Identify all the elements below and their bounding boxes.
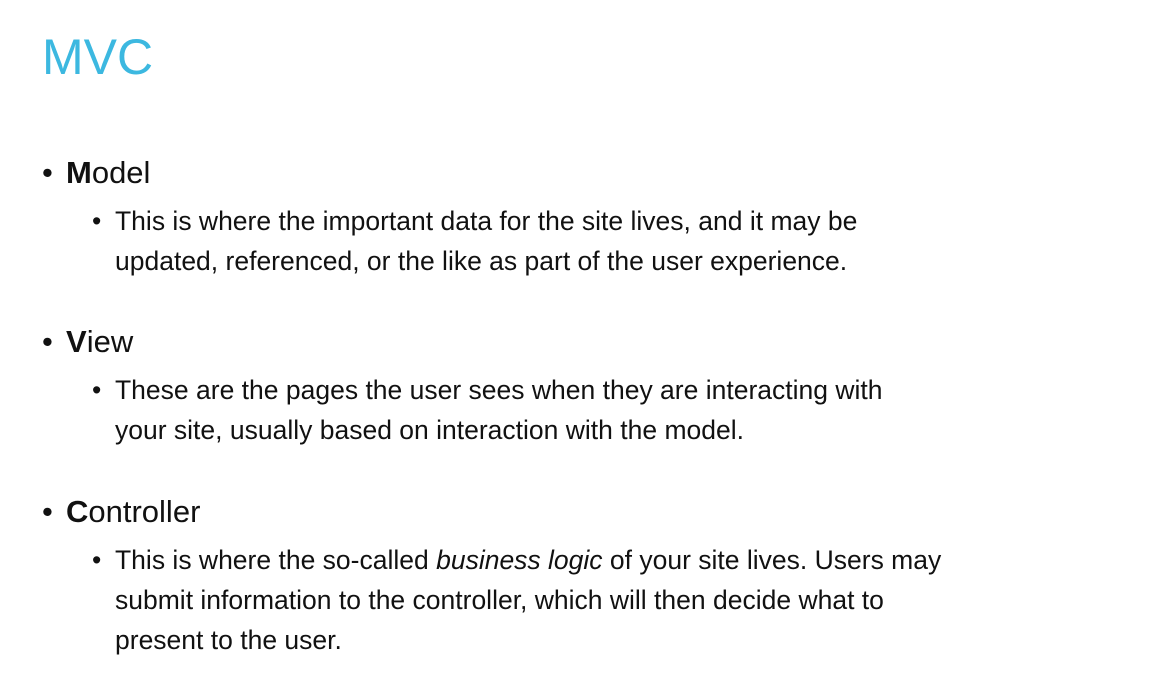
- italic-term: business logic: [436, 545, 603, 575]
- initial-letter: V: [66, 324, 87, 359]
- view-description: • These are the pages the user sees when…: [92, 370, 882, 450]
- text-segment: This is where the so-called: [115, 545, 437, 575]
- bullet-view: • View: [42, 324, 133, 360]
- text-line: This is where the important data for the…: [115, 206, 858, 236]
- initial-letter: C: [66, 494, 89, 529]
- bullet-icon: •: [42, 155, 53, 190]
- text-line: present to the user.: [115, 625, 342, 655]
- heading-rest: iew: [86, 324, 134, 359]
- bullet-icon: •: [92, 545, 102, 575]
- heading-rest: odel: [91, 155, 151, 190]
- model-description: • This is where the important data for t…: [92, 201, 857, 281]
- text-line: submit information to the controller, wh…: [115, 585, 884, 615]
- text-line: These are the pages the user sees when t…: [115, 375, 883, 405]
- slide-title: MVC: [42, 29, 154, 85]
- text-line: This is where the so-called business log…: [115, 540, 941, 580]
- text-line: your site, usually based on interaction …: [115, 415, 744, 445]
- controller-description: • This is where the so-called business l…: [92, 540, 941, 660]
- text-line: updated, referenced, or the like as part…: [115, 246, 848, 276]
- bullet-model: • Model: [42, 155, 150, 191]
- bullet-icon: •: [92, 375, 102, 405]
- bullet-icon: •: [42, 494, 53, 529]
- text-segment: of your site lives. Users may: [602, 545, 942, 575]
- heading-rest: ontroller: [88, 494, 201, 529]
- initial-letter: M: [66, 155, 92, 190]
- bullet-controller: • Controller: [42, 494, 200, 530]
- bullet-icon: •: [42, 324, 53, 359]
- bullet-icon: •: [92, 206, 102, 236]
